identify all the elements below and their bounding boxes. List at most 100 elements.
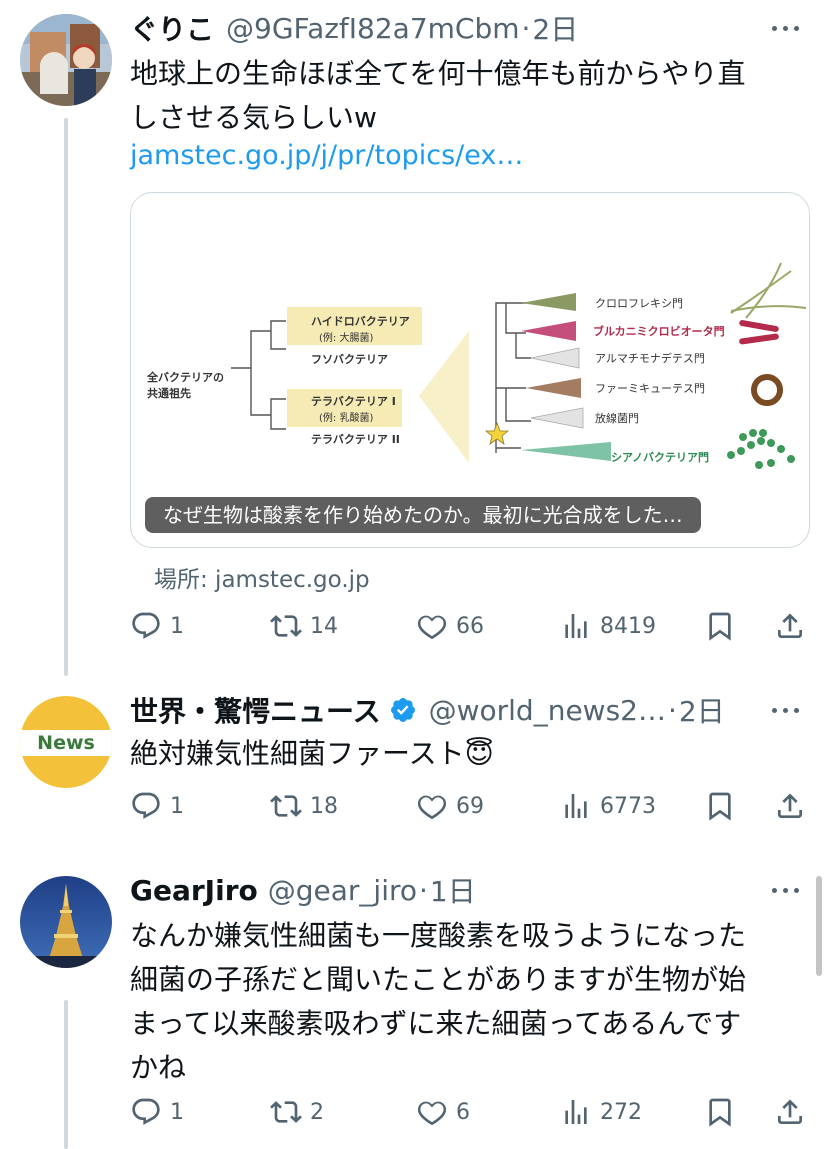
separator-dot: · xyxy=(667,693,677,727)
tweet-text-line: なんか嫌気性細菌も一度酸素を吸うようになった xyxy=(130,919,747,952)
user-handle[interactable]: @gear_jiro xyxy=(268,874,417,907)
bookmark-button[interactable] xyxy=(704,1092,736,1132)
reply-icon xyxy=(132,612,160,639)
reply-count: 1 xyxy=(170,1099,184,1125)
display-name[interactable]: GearJiro xyxy=(130,874,258,907)
retweet-button[interactable]: 18 xyxy=(270,786,338,826)
views-count: 8419 xyxy=(600,613,656,639)
user-handle[interactable]: @9GFazfI82a7mCbm xyxy=(226,12,520,45)
retweet-icon xyxy=(270,615,302,637)
user-handle[interactable]: @world_news2… xyxy=(429,694,666,727)
reply-button[interactable]: 1 xyxy=(130,786,184,826)
card-caption: なぜ生物は酸素を作り始めたのか。最初に光合成をした… xyxy=(145,497,701,533)
tweet-text-line: 細菌の子孫だと聞いたことがありますが生物が始 xyxy=(130,963,747,996)
link-url[interactable]: jamstec.go.jp/j/pr/topics/ex… xyxy=(130,140,523,171)
share-button[interactable] xyxy=(774,786,806,826)
views-count: 272 xyxy=(600,1099,642,1125)
bookmark-button[interactable] xyxy=(704,786,736,826)
timestamp[interactable]: 1日 xyxy=(430,870,476,910)
group-label: フソバクテリア xyxy=(311,353,388,366)
tweet-text-line: 地球上の生命ほぼ全てを何十億年も前からやり直 xyxy=(130,57,746,90)
retweet-button[interactable]: 2 xyxy=(270,1092,324,1132)
tweet-text-line: まって以来酸素吸わずに来た細菌ってあるんです xyxy=(130,1007,742,1040)
rod-icon xyxy=(739,320,779,345)
root-label: 全バクテリアの 共通祖先 xyxy=(146,370,228,400)
root-label-line: 全バクテリアの xyxy=(146,370,224,384)
display-name[interactable]: 世界・驚愕ニュース xyxy=(130,690,381,730)
action-bar: 1 18 69 6773 xyxy=(130,786,810,826)
group-label: ハイドロバクテリア xyxy=(311,315,410,328)
card-source[interactable]: 場所: jamstec.go.jp xyxy=(154,560,370,594)
tweet-text-line: かね xyxy=(130,1051,187,1084)
bookmark-icon xyxy=(709,612,731,641)
like-button[interactable]: 66 xyxy=(416,606,484,646)
views-icon xyxy=(565,794,587,818)
like-icon xyxy=(417,615,447,640)
share-icon xyxy=(778,1099,802,1124)
star-icon xyxy=(484,421,510,445)
tweet-header: 世界・驚愕ニュース @world_news2… · 2日 xyxy=(130,690,798,730)
more-icon[interactable] xyxy=(772,872,802,908)
tweet-text: 絶対嫌気性細菌ファースト😇 xyxy=(130,732,800,776)
views-button[interactable]: 272 xyxy=(560,1092,642,1132)
phylum-marker xyxy=(521,321,576,341)
phylum-marker xyxy=(530,407,584,429)
card-caption-text: なぜ生物は酸素を作り始めたのか。最初に光合成をした… xyxy=(163,503,683,527)
reply-icon xyxy=(132,1098,160,1125)
timestamp[interactable]: 2日 xyxy=(679,690,725,730)
reply-count: 1 xyxy=(170,793,184,819)
scrollbar[interactable] xyxy=(816,876,822,976)
tweet-text-line: しさせる気らしいw xyxy=(130,101,377,134)
retweet-icon xyxy=(270,1101,302,1123)
retweet-button[interactable]: 14 xyxy=(270,606,338,646)
share-button[interactable] xyxy=(774,1092,806,1132)
bookmark-icon xyxy=(709,1098,731,1127)
avatar-text: News xyxy=(37,732,95,754)
more-icon[interactable] xyxy=(772,692,802,728)
phylum-label: ブルカニミクロビオータ門 xyxy=(593,324,725,338)
bookmark-button[interactable] xyxy=(704,606,736,646)
like-count: 69 xyxy=(456,793,484,819)
phylum-label: 放線菌門 xyxy=(595,411,639,425)
action-bar: 1 2 6 272 xyxy=(130,1092,810,1132)
views-button[interactable]: 6773 xyxy=(560,786,656,826)
like-count: 66 xyxy=(456,613,484,639)
avatar[interactable] xyxy=(20,876,112,968)
group-example: (例: 大腸菌) xyxy=(319,331,373,344)
reply-button[interactable]: 1 xyxy=(130,1092,184,1132)
avatar[interactable] xyxy=(20,14,112,106)
avatar[interactable]: News xyxy=(20,696,112,788)
share-icon xyxy=(778,793,802,818)
tweet-2[interactable]: News 世界・驚愕ニュース @world_news2… · 2日 絶対嫌気性細… xyxy=(0,680,828,860)
verified-icon[interactable] xyxy=(389,696,417,724)
tweet-1[interactable]: ぐりこ @9GFazfI82a7mCbm · 2日 地球上の生命ほぼ全てを何十億… xyxy=(0,0,828,680)
phylum-label: クロロフレキシ門 xyxy=(595,297,683,310)
phylum-marker xyxy=(526,378,581,398)
action-bar: 1 14 66 8419 xyxy=(130,606,810,646)
reply-button[interactable]: 1 xyxy=(130,606,184,646)
views-count: 6773 xyxy=(600,793,656,819)
tweet-header: GearJiro @gear_jiro · 1日 xyxy=(130,870,798,910)
like-icon xyxy=(417,1101,447,1126)
link-card[interactable]: 全バクテリアの 共通祖先 ハイドロバクテリア (例: 大腸菌) フソバクテリア … xyxy=(130,192,810,548)
share-button[interactable] xyxy=(774,606,806,646)
tweet-text-line: 絶対嫌気性細菌ファースト😇 xyxy=(130,737,494,770)
share-icon xyxy=(778,613,802,638)
eiffel-tower-icon xyxy=(20,876,112,968)
like-button[interactable]: 69 xyxy=(416,786,484,826)
more-icon[interactable] xyxy=(772,10,802,46)
retweet-count: 2 xyxy=(310,1099,324,1125)
phylum-marker xyxy=(521,442,611,461)
reply-icon xyxy=(132,792,160,819)
bookmark-icon xyxy=(709,792,731,821)
like-count: 6 xyxy=(456,1099,470,1125)
timestamp[interactable]: 2日 xyxy=(532,8,578,48)
phylum-label: シアノバクテリア門 xyxy=(611,451,709,464)
display-name[interactable]: ぐりこ xyxy=(130,8,214,48)
like-button[interactable]: 6 xyxy=(416,1092,470,1132)
views-icon xyxy=(565,614,587,638)
tweet-3[interactable]: GearJiro @gear_jiro · 1日 なんか嫌気性細菌も一度酸素を吸… xyxy=(0,862,828,1149)
tweet-text: 地球上の生命ほぼ全てを何十億年も前からやり直 しさせる気らしいw xyxy=(130,52,800,140)
views-button[interactable]: 8419 xyxy=(560,606,656,646)
retweet-count: 18 xyxy=(310,793,338,819)
